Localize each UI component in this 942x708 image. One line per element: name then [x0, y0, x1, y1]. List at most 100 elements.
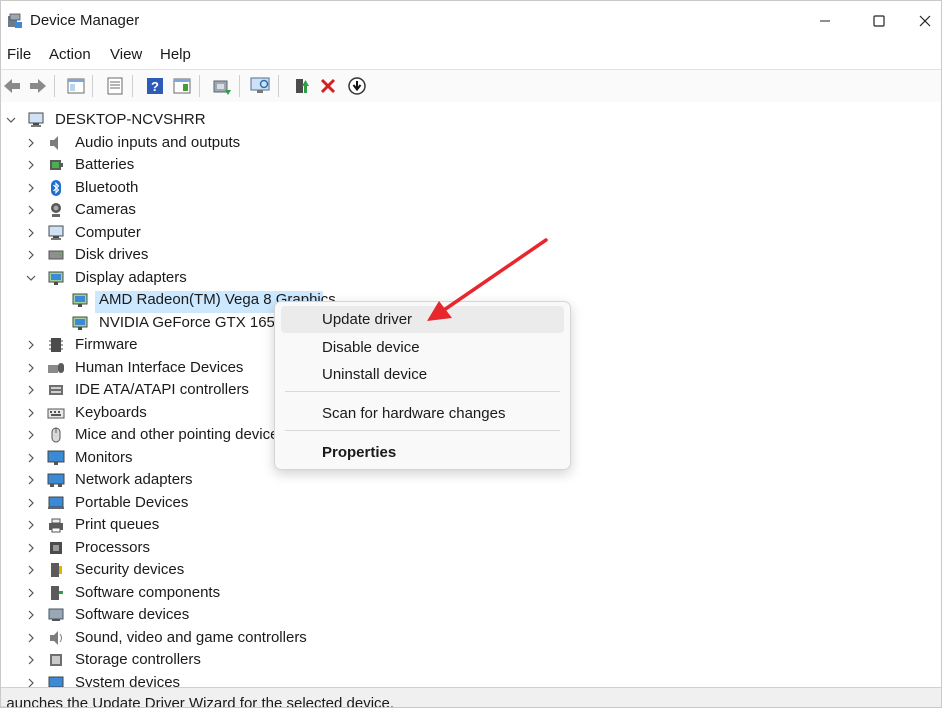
tree-category-node[interactable]: Disk drives: [1, 244, 931, 266]
forward-button[interactable]: [27, 75, 49, 97]
tree-category-node[interactable]: Bluetooth: [1, 177, 931, 199]
disk-icon: [48, 250, 64, 260]
menu-file[interactable]: File: [7, 46, 31, 63]
monitor-icon: [47, 450, 65, 465]
tree-item-label: IDE ATA/ATAPI controllers: [75, 381, 249, 398]
properties-icon: [107, 77, 123, 95]
minimize-button[interactable]: [802, 1, 848, 41]
disable-button[interactable]: [346, 75, 368, 97]
tree-category-node[interactable]: Computer: [1, 222, 931, 244]
firmware-icon: [49, 338, 63, 352]
help-button[interactable]: ?: [144, 75, 166, 97]
expand-chevron-icon[interactable]: [25, 227, 37, 239]
scan-hardware-icon: [250, 77, 270, 93]
uninstall-device-menu-item[interactable]: Uninstall device: [281, 361, 564, 388]
expand-chevron-icon[interactable]: [25, 407, 37, 419]
expand-chevron-icon[interactable]: [25, 362, 37, 374]
status-bar: Launches the Update Driver Wizard for th…: [1, 687, 941, 707]
menu-help[interactable]: Help: [160, 46, 191, 63]
menu-view[interactable]: View: [110, 46, 142, 63]
expand-chevron-icon[interactable]: [25, 497, 37, 509]
ide-icon: [49, 385, 63, 395]
action-pane-icon: [173, 78, 191, 94]
tree-item-label: Processors: [75, 538, 151, 556]
expand-chevron-icon[interactable]: [25, 137, 37, 149]
back-button[interactable]: [1, 75, 23, 97]
tree-category-node[interactable]: Network adapters: [1, 469, 931, 491]
tree-item-label: Mice and other pointing devices: [75, 426, 286, 443]
tree-category-node[interactable]: Audio inputs and outputs: [1, 132, 931, 154]
back-icon: [4, 79, 20, 93]
uninstall-button[interactable]: [317, 75, 339, 97]
expand-chevron-icon[interactable]: [25, 542, 37, 554]
display-adapter-icon: [48, 271, 64, 285]
tree-item-label: Firmware: [75, 336, 138, 353]
expand-chevron-icon[interactable]: [25, 654, 37, 666]
menu-action[interactable]: Action: [49, 46, 91, 63]
expand-chevron-icon[interactable]: [25, 452, 37, 464]
expand-chevron-icon[interactable]: [25, 159, 37, 171]
expand-chevron-icon[interactable]: [25, 632, 37, 644]
battery-icon: [50, 160, 63, 170]
expand-chevron-icon[interactable]: [25, 249, 37, 261]
disable-icon: [348, 77, 366, 95]
computer-root-icon: [28, 112, 44, 127]
expand-chevron-icon[interactable]: [25, 384, 37, 396]
device-manager-window: Device Manager File Action View Help ? D…: [0, 0, 942, 708]
tree-item-label: Bluetooth: [75, 178, 139, 196]
uninstall-icon: [320, 78, 336, 94]
close-button[interactable]: [902, 1, 941, 41]
tree-item-label: Network adapters: [75, 471, 193, 488]
tree-category-node[interactable]: Processors: [1, 537, 931, 559]
tree-category-node[interactable]: Storage controllers: [1, 649, 931, 671]
properties-button[interactable]: [104, 75, 126, 97]
title-bar[interactable]: Device Manager: [1, 1, 941, 41]
expand-chevron-icon[interactable]: [25, 587, 37, 599]
tree-category-node[interactable]: Security devices: [1, 559, 931, 581]
tree-item-label: Batteries: [75, 156, 135, 173]
tree-item-label: Print queues: [75, 516, 160, 533]
update-driver-button[interactable]: [211, 75, 233, 97]
expand-chevron-icon[interactable]: [25, 339, 37, 351]
network-icon: [47, 473, 65, 487]
maximize-button[interactable]: [856, 1, 902, 41]
update-driver-menu-item[interactable]: Update driver: [281, 306, 564, 333]
expand-chevron-icon[interactable]: [25, 429, 37, 441]
software-device-icon: [48, 608, 64, 621]
keyboard-icon: [47, 408, 65, 418]
tree-category-node[interactable]: Sound, video and game controllers: [1, 627, 931, 649]
tree-item-label: Display adapters: [75, 268, 187, 286]
expand-chevron-icon[interactable]: [25, 474, 37, 486]
properties-menu-item[interactable]: Properties: [281, 439, 564, 466]
tree-root-node[interactable]: DESKTOP-NCVSHRR: [1, 109, 931, 131]
enable-device-button[interactable]: [290, 75, 312, 97]
tree-item-label: Audio inputs and outputs: [75, 133, 241, 151]
expand-chevron-icon[interactable]: [25, 182, 37, 194]
tree-category-node[interactable]: Print queues: [1, 514, 931, 536]
tree-category-node[interactable]: Software components: [1, 582, 931, 604]
expand-chevron-icon[interactable]: [25, 272, 37, 284]
console-tree-button[interactable]: [65, 75, 87, 97]
help-icon: ?: [147, 78, 163, 94]
expand-chevron-icon[interactable]: [25, 204, 37, 216]
close-icon: [919, 15, 931, 27]
scan-hardware-button[interactable]: [250, 75, 272, 97]
expand-chevron-icon[interactable]: [25, 609, 37, 621]
computer-icon: [48, 225, 64, 240]
expand-chevron-icon[interactable]: [25, 519, 37, 531]
tree-category-node[interactable]: Batteries: [1, 154, 931, 176]
tree-category-node[interactable]: Display adapters: [1, 267, 931, 289]
action-pane-button[interactable]: [171, 75, 193, 97]
display-adapter-icon: [72, 293, 88, 307]
tree-category-node[interactable]: Software devices: [1, 604, 931, 626]
enable-device-icon: [296, 79, 309, 93]
expand-chevron-icon[interactable]: [5, 114, 17, 126]
scan-hardware-menu-item[interactable]: Scan for hardware changes: [281, 400, 564, 427]
tree-item-label: Monitors: [75, 448, 133, 466]
tree-item-label: Software devices: [75, 606, 190, 623]
sound-icon: [50, 630, 62, 645]
tree-category-node[interactable]: Cameras: [1, 199, 931, 221]
expand-chevron-icon[interactable]: [25, 564, 37, 576]
disable-device-menu-item[interactable]: Disable device: [281, 334, 564, 361]
tree-category-node[interactable]: Portable Devices: [1, 492, 931, 514]
